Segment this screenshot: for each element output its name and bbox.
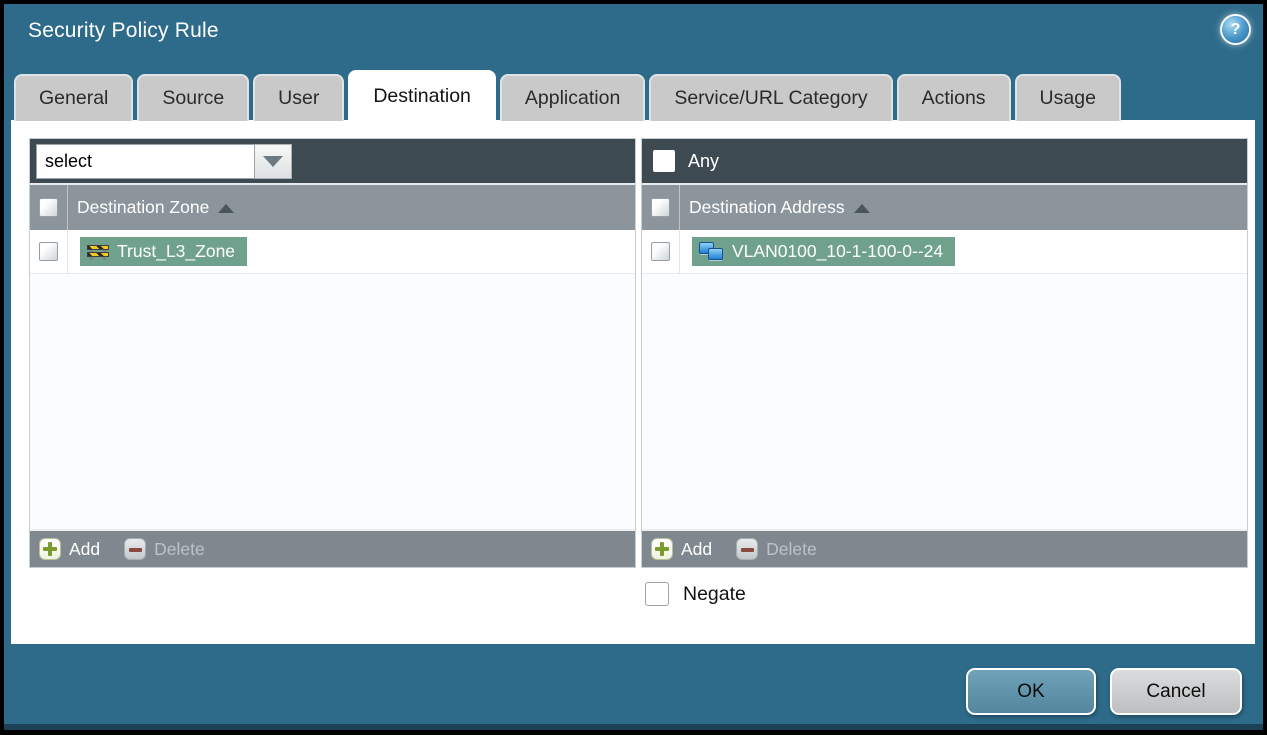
address-add-button[interactable]: Add (651, 538, 712, 560)
minus-icon (124, 538, 147, 560)
row-checkbox-cell (30, 230, 68, 273)
tab-destination[interactable]: Destination (348, 70, 496, 121)
address-header-checkbox-cell (642, 185, 680, 230)
tab-general[interactable]: General (14, 74, 134, 121)
any-checkbox[interactable] (653, 150, 675, 172)
address-delete-label: Delete (766, 538, 817, 559)
sort-ascending-icon (218, 204, 235, 213)
zone-select-combo (36, 143, 292, 179)
any-checkbox-group: Any (646, 150, 719, 172)
help-icon: ? (1230, 20, 1241, 38)
any-label: Any (688, 150, 720, 171)
chevron-down-icon (263, 155, 283, 167)
zone-panel-footer: Add Delete (30, 529, 635, 567)
negate-checkbox[interactable] (645, 582, 669, 606)
table-row: VLAN0100_10-1-100-0--24 (642, 230, 1247, 274)
address-item-vlan0100[interactable]: VLAN0100_10-1-100-0--24 (692, 237, 956, 266)
zone-column-header[interactable]: Destination Zone (77, 197, 235, 218)
zone-item-trust-l3-zone[interactable]: Trust_L3_Zone (80, 237, 248, 266)
zone-delete-label: Delete (154, 538, 205, 559)
security-policy-rule-dialog: Security Policy Rule ? General Source Us… (0, 0, 1267, 735)
minus-icon (736, 538, 759, 560)
tab-actions[interactable]: Actions (896, 74, 1011, 121)
zone-column-header-label: Destination Zone (77, 197, 210, 217)
help-button[interactable]: ? (1222, 16, 1249, 43)
address-item-label: VLAN0100_10-1-100-0--24 (732, 241, 944, 261)
table-row: Trust_L3_Zone (30, 230, 635, 274)
cancel-button[interactable]: Cancel (1110, 668, 1242, 715)
zone-table-body: Trust_L3_Zone (30, 230, 635, 529)
dialog-background: Security Policy Rule ? General Source Us… (4, 4, 1263, 730)
address-add-label: Add (681, 538, 713, 559)
address-panel-footer: Add Delete (642, 529, 1247, 567)
zone-header-checkbox-cell (30, 185, 68, 230)
sort-ascending-icon (853, 204, 870, 213)
negate-checkbox-group: Negate (645, 582, 746, 606)
tab-bar: General Source User Destination Applicat… (14, 70, 1121, 121)
zone-select-input[interactable] (36, 143, 255, 179)
zone-add-label: Add (69, 538, 101, 559)
zone-icon (87, 244, 109, 260)
tab-source[interactable]: Source (137, 74, 250, 121)
negate-label: Negate (683, 582, 746, 605)
dialog-title: Security Policy Rule (28, 19, 219, 42)
destination-address-panel: Any Destination Address VLAN0100_10-1-10… (641, 138, 1248, 568)
destination-zone-panel: Destination Zone (29, 138, 636, 568)
zone-select-all-checkbox[interactable] (39, 198, 58, 217)
zone-row-checkbox[interactable] (39, 242, 58, 261)
address-panel-toolbar: Any (642, 139, 1247, 183)
ok-button[interactable]: OK (966, 668, 1096, 715)
address-table-header: Destination Address (642, 183, 1247, 230)
address-column-header[interactable]: Destination Address (689, 197, 870, 218)
tab-usage[interactable]: Usage (1014, 74, 1121, 121)
zone-add-button[interactable]: Add (39, 538, 100, 560)
zone-panel-toolbar (30, 139, 635, 183)
zone-table-header: Destination Zone (30, 183, 635, 230)
zone-item-label: Trust_L3_Zone (117, 241, 236, 261)
plus-icon (39, 538, 61, 560)
destination-tab-content: Destination Zone (11, 120, 1255, 644)
dialog-bottom-shade (4, 724, 1263, 730)
tab-user[interactable]: User (253, 74, 345, 121)
zone-delete-button[interactable]: Delete (124, 538, 205, 560)
address-table-body: VLAN0100_10-1-100-0--24 (642, 230, 1247, 529)
zone-select-dropdown-button[interactable] (255, 143, 292, 179)
row-checkbox-cell (642, 230, 680, 273)
tab-service-url-category[interactable]: Service/URL Category (649, 74, 893, 121)
tab-application[interactable]: Application (499, 74, 646, 121)
address-delete-button[interactable]: Delete (736, 538, 817, 560)
address-icon (699, 242, 724, 261)
address-column-header-label: Destination Address (689, 197, 845, 217)
address-select-all-checkbox[interactable] (651, 198, 670, 217)
address-row-checkbox[interactable] (651, 242, 670, 261)
plus-icon (651, 538, 673, 560)
